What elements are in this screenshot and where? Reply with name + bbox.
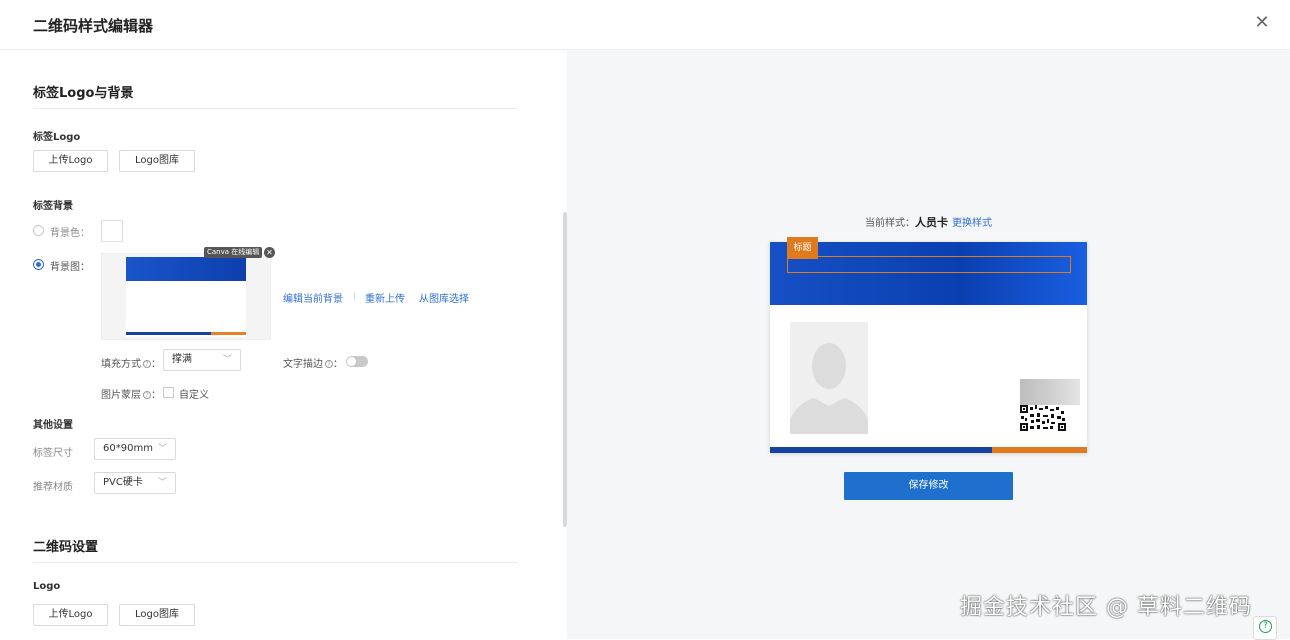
help-icon: ? <box>1259 620 1272 633</box>
qr-logo-gallery-button[interactable]: Logo图库 <box>119 604 195 626</box>
upload-logo-button[interactable]: 上传Logo <box>33 150 108 172</box>
fill-mode-select[interactable]: 撑满 ﹀ <box>163 349 241 371</box>
divider <box>33 562 517 563</box>
qr-upload-logo-button[interactable]: 上传Logo <box>33 604 108 626</box>
logo-gallery-button[interactable]: Logo图库 <box>119 150 195 172</box>
text-stroke-label: 文字描边?： <box>283 359 343 370</box>
text-stroke-text: 文字描边 <box>283 359 323 370</box>
bg-color-swatch[interactable] <box>101 220 123 242</box>
material-label: 推荐材质 <box>33 482 73 493</box>
bg-image-radio[interactable] <box>33 259 44 270</box>
custom-mask-checkbox[interactable] <box>163 387 174 398</box>
avatar-placeholder <box>790 322 868 434</box>
bg-image-label: 背景图： <box>50 262 90 273</box>
help-button[interactable]: ? <box>1253 616 1277 640</box>
person-icon <box>790 322 868 434</box>
card-footer-blue <box>770 447 992 453</box>
dialog-title: 二维码样式编辑器 <box>33 17 154 35</box>
reupload-link[interactable]: 重新上传 <box>365 290 405 305</box>
help-icon[interactable]: ? <box>143 391 151 399</box>
bg-color-label: 背景色： <box>50 228 90 239</box>
logo-title: 标签Logo <box>33 132 81 143</box>
bg-image-thumbnail[interactable] <box>101 253 271 340</box>
bg-preview-foot-blue <box>126 332 211 335</box>
chevron-down-icon: ﹀ <box>157 444 167 454</box>
divider <box>33 108 517 109</box>
bg-gallery-link[interactable]: 从图库选择 <box>419 290 469 305</box>
chevron-down-icon: ﹀ <box>222 355 232 365</box>
image-mask-text: 图片蒙层 <box>101 390 141 401</box>
canva-edit-tag[interactable]: Canva 在线编辑 <box>204 247 263 258</box>
label-size-value: 60*90mm <box>103 443 153 454</box>
material-value: PVC硬卡 <box>103 477 143 488</box>
section-title-logo-bg: 标签Logo与背景 <box>33 86 134 101</box>
qr-code-icon <box>1020 405 1066 431</box>
help-icon[interactable]: ? <box>325 360 333 368</box>
save-changes-button[interactable]: 保存修改 <box>844 472 1013 500</box>
current-style-value: 人员卡 <box>915 216 948 229</box>
text-stroke-toggle[interactable] <box>346 356 368 367</box>
image-mask-label: 图片蒙层?： <box>101 390 161 401</box>
material-select[interactable]: PVC硬卡 ﹀ <box>94 472 176 494</box>
link-separator <box>354 292 355 301</box>
card-footer-orange <box>992 447 1087 453</box>
change-style-link[interactable]: 更换样式 <box>952 218 992 229</box>
bg-preview <box>126 257 246 337</box>
card-title-box[interactable] <box>787 256 1071 273</box>
fill-mode-text: 填充方式 <box>101 359 141 370</box>
settings-panel: 标签Logo与背景 标签Logo 上传Logo Logo图库 标签背景 背景色：… <box>0 50 567 639</box>
fill-mode-value: 撑满 <box>172 354 192 365</box>
remove-bg-icon[interactable]: ✕ <box>264 247 275 258</box>
label-size-select[interactable]: 60*90mm ﹀ <box>94 438 176 460</box>
bg-preview-band <box>126 257 246 281</box>
label-size-label: 标签尺寸 <box>33 448 73 459</box>
chevron-down-icon: ﹀ <box>157 478 167 488</box>
other-settings-title: 其他设置 <box>33 420 73 431</box>
card-title-tag: 标题 <box>787 237 818 259</box>
edit-background-link[interactable]: 编辑当前背景 <box>283 290 343 305</box>
close-icon[interactable]: ✕ <box>1252 13 1272 33</box>
qr-logo-title: Logo <box>33 581 61 592</box>
section-title-qr: 二维码设置 <box>33 540 99 555</box>
help-icon[interactable]: ? <box>143 360 151 368</box>
blurred-text <box>1020 379 1080 405</box>
watermark-text: 掘金技术社区 @ 草料二维码 <box>960 595 1252 620</box>
custom-mask-label: 自定义 <box>179 390 209 401</box>
fill-mode-label: 填充方式?： <box>101 359 161 370</box>
current-style-line: 当前样式：人员卡 更换样式 <box>567 214 1290 230</box>
card-preview: 标题 <box>770 237 1087 453</box>
background-title: 标签背景 <box>33 201 73 212</box>
preview-panel: 当前样式：人员卡 更换样式 标题 保存修改 掘金技术社区 @ 草料二维码 ? <box>567 50 1290 640</box>
dialog-header: 二维码样式编辑器 ✕ <box>0 0 1290 50</box>
bg-preview-foot-orange <box>211 332 246 335</box>
current-style-label: 当前样式： <box>865 218 915 229</box>
bg-color-radio[interactable] <box>33 225 44 236</box>
